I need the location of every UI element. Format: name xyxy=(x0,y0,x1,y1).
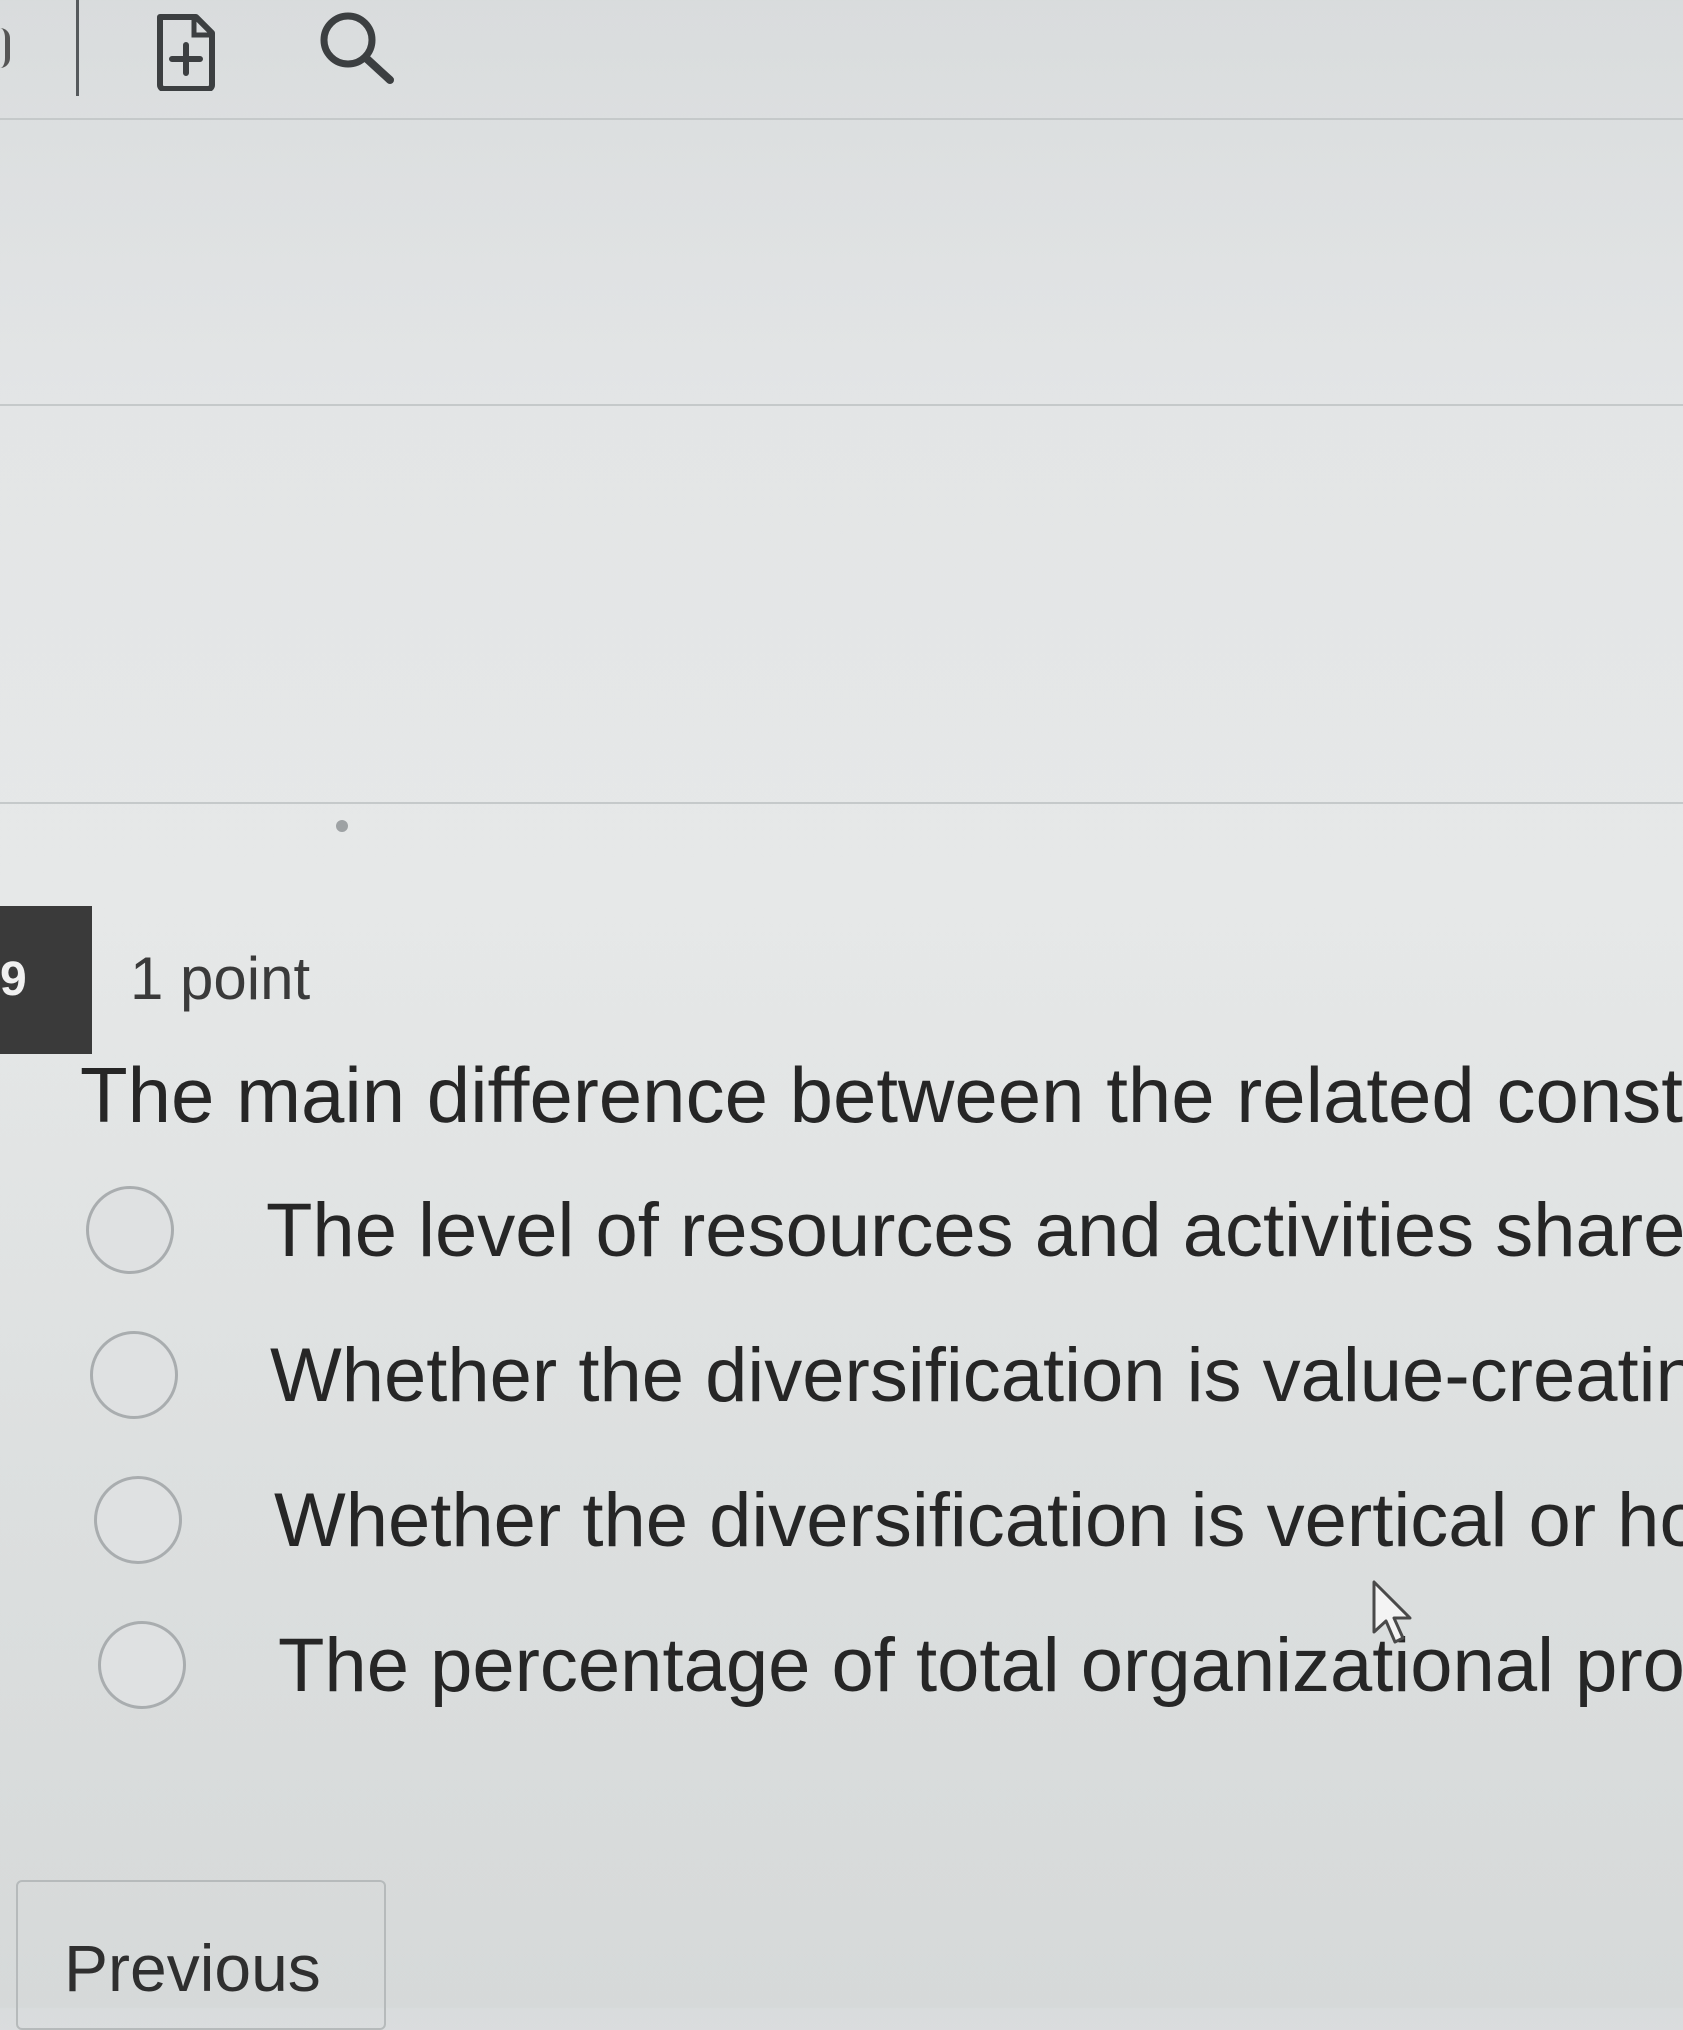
question-points: 1 point xyxy=(130,945,311,1012)
radio-button[interactable] xyxy=(94,1476,182,1564)
answer-option-label: Whether the diversification is vertical … xyxy=(274,1477,1683,1563)
radio-button[interactable] xyxy=(90,1331,178,1419)
search-button[interactable] xyxy=(310,4,402,88)
divider-line xyxy=(0,802,1683,804)
toolbar-divider xyxy=(76,0,79,96)
answer-option-label: The level of resources and activities sh… xyxy=(266,1187,1683,1273)
toolbar xyxy=(0,0,1683,120)
question-number-badge: 9 xyxy=(0,906,92,1054)
radio-button[interactable] xyxy=(98,1621,186,1709)
drag-handle-dot xyxy=(336,820,348,832)
radio-button[interactable] xyxy=(86,1186,174,1274)
mouse-pointer-icon xyxy=(1372,1580,1412,1644)
answer-option[interactable]: Whether the diversification is value-cre… xyxy=(90,1320,1683,1430)
divider-line xyxy=(0,118,1683,120)
answer-option[interactable]: The percentage of total organizational p… xyxy=(98,1610,1683,1720)
divider-line xyxy=(0,404,1683,406)
answer-option-label: The percentage of total organizational p… xyxy=(278,1622,1683,1708)
search-icon xyxy=(320,12,394,84)
answer-option[interactable]: Whether the diversification is vertical … xyxy=(94,1465,1683,1575)
answer-option-label: Whether the diversification is value-cre… xyxy=(270,1332,1683,1418)
file-plus-icon xyxy=(157,14,215,91)
back-arrow-icon[interactable] xyxy=(0,28,10,68)
previous-button-label: Previous xyxy=(64,1931,321,2005)
answer-option[interactable]: The level of resources and activities sh… xyxy=(86,1175,1683,1285)
add-page-button[interactable] xyxy=(148,10,224,94)
question-text: The main difference between the related … xyxy=(80,1051,1683,1139)
